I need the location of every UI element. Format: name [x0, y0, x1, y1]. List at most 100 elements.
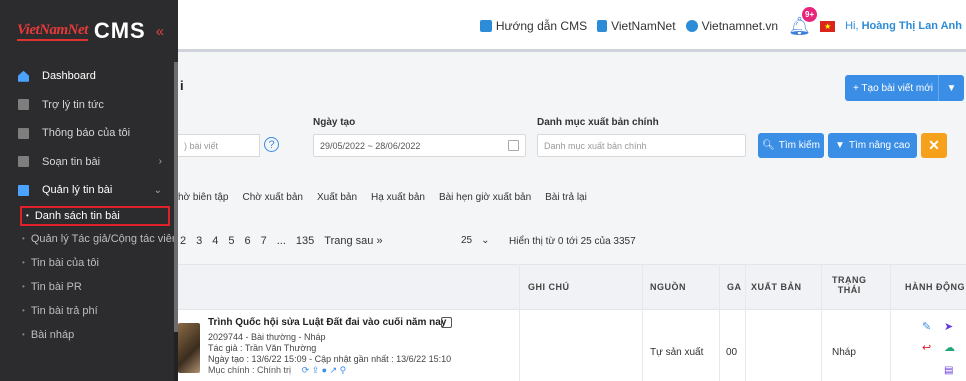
book-icon — [479, 20, 492, 32]
chevron-down-icon: ⌄ — [481, 235, 490, 246]
history-icon[interactable]: ▤ — [944, 365, 953, 376]
per-page-select[interactable]: 25 ⌄ — [461, 235, 490, 246]
page-link[interactable]: 4 — [212, 235, 218, 247]
create-post-button[interactable]: + Tạo bài viết mới ▼ — [845, 75, 964, 101]
column-actions: HÀNH ĐỘNG — [905, 282, 965, 292]
filter-icon: ▼ — [834, 140, 845, 151]
notification-bell-icon[interactable]: 🔔︎ 9+ — [788, 6, 818, 37]
next-page-link[interactable]: Trang sau » — [324, 235, 382, 247]
sidebar-subitem-drafts[interactable]: • Bài nháp — [0, 323, 178, 347]
column-publish: XUẤT BẢN — [751, 282, 802, 292]
home-icon — [18, 70, 29, 82]
vietnamnet-vn-link[interactable]: Vietnamnet.vn — [685, 19, 778, 33]
category-label: Danh mục xuất bản chính — [537, 117, 659, 128]
article-thumbnail[interactable] — [178, 323, 200, 373]
article-dates: Ngày tạo : 13/6/22 15:09 - Cập nhật gần … — [208, 354, 452, 364]
page-link[interactable]: 2 — [180, 235, 186, 247]
logo-brand: VietNamNet — [17, 22, 88, 41]
sidebar-subitem-label: Tin bài của tôi — [30, 256, 99, 269]
column-status: TRẠNG THÁI — [832, 275, 867, 295]
table-header: GHI CHÚ NGUỒN GA XUẤT BẢN TRẠNG THÁI HÀN… — [178, 264, 966, 310]
collapse-sidebar-icon[interactable]: « — [156, 23, 164, 40]
pagination: 2 3 4 5 6 7 ... 135 Trang sau » — [180, 235, 383, 247]
vietnam-flag-icon[interactable] — [820, 20, 836, 32]
vietnamnet-label: VietNamNet — [611, 19, 676, 33]
sidebar-item-label: Soạn tin bài — [42, 155, 101, 168]
sidebar-subitem-authors[interactable]: • Quản lý Tác giả/Cộng tác viên — [0, 227, 178, 251]
sidebar-subitem-my-articles[interactable]: • Tin bài của tôi — [0, 251, 178, 275]
column-divider — [642, 264, 643, 381]
sidebar-item-dashboard[interactable]: Dashboard — [0, 62, 178, 91]
sidebar-item-label: Trợ lý tin tức — [42, 98, 104, 111]
column-divider — [745, 264, 746, 381]
logo-product: CMS — [93, 18, 146, 43]
page-link[interactable]: 6 — [245, 235, 251, 247]
sidebar-subitem-pr-articles[interactable]: • Tin bài PR — [0, 275, 178, 299]
article-author: Tác giả : Trần Văn Thường — [208, 343, 317, 353]
category-input[interactable]: Danh mục xuất bản chính — [537, 134, 746, 157]
sidebar-item-my-notifications[interactable]: Thông báo của tôi — [0, 119, 178, 148]
vietnamnet-link[interactable]: VietNamNet — [597, 19, 676, 33]
page-link[interactable]: 135 — [296, 235, 314, 247]
clear-filters-button[interactable]: ✕ — [921, 133, 947, 158]
page-link[interactable]: 3 — [196, 235, 202, 247]
share-icons[interactable]: ⟳ ⇪ ● ↗ ⚲ — [302, 365, 347, 375]
status-tabs: hờ biên tập Chờ xuất bản Xuất bản Hạ xuấ… — [178, 192, 587, 203]
bullet-icon: • — [22, 258, 25, 267]
tab-pending-edit[interactable]: hờ biên tập — [178, 192, 228, 203]
column-ga: GA — [727, 282, 742, 292]
sidebar-item-manage-articles[interactable]: Quản lý tin bài ⌄ — [0, 176, 178, 205]
date-range-input[interactable]: 29/05/2022 ~ 28/06/2022 — [313, 134, 526, 157]
search-input[interactable]: ) bài viết — [178, 134, 260, 157]
return-icon[interactable]: ↩ — [922, 341, 931, 354]
sidebar-item-news-assistant[interactable]: Trợ lý tin tức — [0, 91, 178, 120]
upload-cloud-icon[interactable]: ☁ — [944, 341, 955, 354]
column-status-line1: TRẠNG — [832, 275, 867, 285]
tab-published[interactable]: Xuất bản — [317, 192, 357, 203]
user-greeting[interactable]: Hi, Hoàng Thị Lan Anh — [845, 20, 962, 32]
column-divider — [821, 264, 822, 381]
sidebar-subitem-label: Tin bài trả phí — [30, 304, 98, 317]
category-placeholder: Danh mục xuất bản chính — [544, 140, 647, 151]
bullet-icon: • — [22, 330, 25, 339]
article-category: Mục chính : Chính trị ⟳ ⇪ ● ↗ ⚲ — [208, 365, 346, 376]
sidebar-item-label: Dashboard — [42, 70, 96, 83]
top-header: Hướng dẫn CMS VietNamNet Vietnamnet.vn 🔔… — [178, 0, 966, 52]
search-icon: 🔍︎ — [762, 140, 775, 151]
article-id-type: 2029744 - Bài thường - Nháp — [208, 332, 326, 342]
cms-guide-link[interactable]: Hướng dẫn CMS — [479, 19, 587, 33]
advanced-search-button[interactable]: ▼ Tìm nâng cao — [828, 133, 917, 158]
article-source: Tự sản xuất — [650, 347, 704, 358]
bullet-icon: • — [22, 282, 25, 291]
date-label: Ngày tạo — [313, 117, 356, 128]
sidebar-subitem-label: Bài nháp — [30, 328, 75, 341]
copy-icon[interactable] — [441, 317, 452, 328]
sidebar-subitem-article-list[interactable]: • Danh sách tin bài — [20, 205, 170, 226]
edit-icon — [18, 156, 29, 168]
help-icon[interactable]: ? — [264, 137, 279, 152]
page-link[interactable]: 5 — [228, 235, 234, 247]
tab-scheduled[interactable]: Bài hẹn giờ xuất bản — [439, 192, 531, 203]
sidebar-subitem-paid-articles[interactable]: • Tin bài trả phí — [0, 299, 178, 323]
tab-pending-publish[interactable]: Chờ xuất bản — [242, 192, 302, 203]
sidebar-item-label: Quản lý tin bài — [42, 184, 113, 197]
page-link[interactable]: 7 — [261, 235, 267, 247]
tab-returned[interactable]: Bài trả lại — [545, 192, 587, 203]
column-status-line2: THÁI — [837, 285, 861, 295]
search-button[interactable]: 🔍︎ Tìm kiếm — [758, 133, 824, 158]
send-icon[interactable]: ➤ — [944, 320, 953, 333]
tab-unpublished[interactable]: Hạ xuất bản — [371, 192, 425, 203]
calendar-icon[interactable] — [508, 140, 519, 151]
article-title[interactable]: Trình Quốc hội sửa Luật Đất đai vào cuối… — [208, 317, 446, 328]
edit-icon[interactable]: ✎ — [922, 320, 931, 333]
chevron-right-icon: › — [158, 156, 162, 168]
sidebar-subitem-label: Danh sách tin bài — [34, 209, 120, 222]
greeting-prefix: Hi, — [845, 20, 862, 32]
globe-icon — [685, 20, 698, 32]
sidebar-item-compose[interactable]: Soạn tin bài › — [0, 148, 178, 177]
chevron-down-icon[interactable]: ▼ — [938, 75, 964, 101]
search-placeholder: ) bài viết — [184, 140, 219, 151]
per-page-value: 25 — [461, 235, 473, 246]
column-divider — [519, 264, 520, 381]
logo[interactable]: VietNamNet CMS « — [0, 0, 178, 62]
